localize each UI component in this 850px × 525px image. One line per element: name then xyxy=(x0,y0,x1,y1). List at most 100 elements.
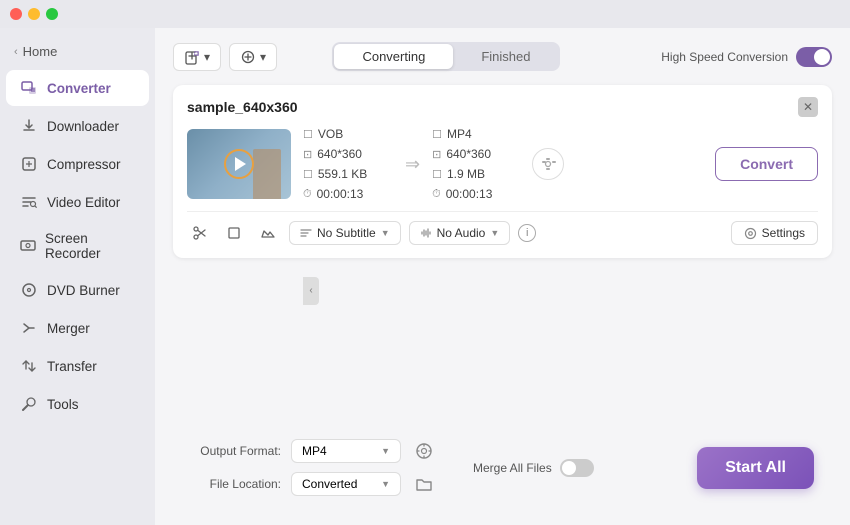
file-name: sample_640x360 xyxy=(187,99,298,115)
merge-label: Merge All Files xyxy=(473,461,552,475)
file-location-select[interactable]: Converted ▼ xyxy=(291,472,401,496)
effects-button[interactable] xyxy=(255,220,281,246)
sidebar: ‹ Home Converter Downloader xyxy=(0,28,155,525)
app-body: ‹ Home Converter Downloader xyxy=(0,28,850,525)
source-file-size: 559.1 KB xyxy=(318,167,367,181)
file-location-caret-icon: ▼ xyxy=(381,479,390,489)
output-format-value: MP4 xyxy=(302,444,327,458)
subtitle-icon xyxy=(300,227,312,239)
maximize-button[interactable] xyxy=(46,8,58,20)
subtitle-caret-icon: ▼ xyxy=(381,228,390,238)
double-arrow-icon: ⇒ xyxy=(405,154,420,175)
screen-recorder-label: Screen Recorder xyxy=(45,231,135,261)
tab-finished[interactable]: Finished xyxy=(453,44,558,69)
convert-button[interactable]: Convert xyxy=(715,147,818,181)
titlebar xyxy=(0,0,850,28)
sidebar-item-downloader[interactable]: Downloader xyxy=(6,108,149,144)
compressor-label: Compressor xyxy=(47,157,121,172)
converter-label: Converter xyxy=(47,81,111,96)
output-format: MP4 xyxy=(447,127,472,141)
sidebar-item-merger[interactable]: Merger xyxy=(6,310,149,346)
converter-icon xyxy=(20,79,38,97)
source-format-block: ☐ VOB ⊡ 640*360 ☐ 559.1 KB xyxy=(303,127,393,201)
add-files-button[interactable]: ▾ xyxy=(173,43,221,71)
sidebar-collapse-button[interactable]: ‹ xyxy=(303,277,319,305)
output-format-row: Output Format: MP4 ▼ xyxy=(191,438,437,464)
content-spacer xyxy=(173,258,832,428)
open-folder-button[interactable] xyxy=(411,471,437,497)
format-settings-block xyxy=(522,148,574,180)
audio-caret-icon: ▼ xyxy=(490,228,499,238)
home-nav[interactable]: ‹ Home xyxy=(0,38,155,69)
sidebar-item-transfer[interactable]: Transfer xyxy=(6,348,149,384)
main-content: ▾ ▾ Converting Finished High Sp xyxy=(155,28,850,525)
format-settings-button[interactable] xyxy=(532,148,564,180)
dvd-burner-label: DVD Burner xyxy=(47,283,120,298)
tools-icon xyxy=(20,395,38,413)
close-button[interactable] xyxy=(10,8,22,20)
add-more-button[interactable]: ▾ xyxy=(229,43,277,71)
merge-toggle[interactable] xyxy=(560,459,594,477)
start-all-button[interactable]: Start All xyxy=(697,447,814,489)
sidebar-item-tools[interactable]: Tools xyxy=(6,386,149,422)
video-editor-label: Video Editor xyxy=(47,195,120,210)
remove-file-button[interactable]: ✕ xyxy=(798,97,818,117)
sidebar-item-video-editor[interactable]: Video Editor xyxy=(6,184,149,220)
top-bar: ▾ ▾ Converting Finished High Sp xyxy=(173,42,832,71)
sidebar-item-compressor[interactable]: Compressor xyxy=(6,146,149,182)
dvd-burner-icon xyxy=(20,281,38,299)
file-card-body: ☐ VOB ⊡ 640*360 ☐ 559.1 KB xyxy=(187,127,818,201)
output-form: Output Format: MP4 ▼ xyxy=(191,438,437,497)
audio-icon xyxy=(420,227,432,239)
video-editor-icon xyxy=(20,193,38,211)
output-format-label: Output Format: xyxy=(191,444,281,458)
output-format-caret-icon: ▼ xyxy=(381,446,390,456)
crop-button[interactable] xyxy=(221,220,247,246)
settings-icon xyxy=(744,227,757,240)
output-format-select[interactable]: MP4 ▼ xyxy=(291,439,401,463)
output-file-icon: ☐ xyxy=(432,128,442,141)
tab-converting[interactable]: Converting xyxy=(334,44,453,69)
effects-icon xyxy=(260,225,276,241)
output-file-size: 1.9 MB xyxy=(447,167,485,181)
subtitle-dropdown[interactable]: No Subtitle ▼ xyxy=(289,221,401,245)
add-more-icon xyxy=(240,49,256,65)
add-more-caret: ▾ xyxy=(260,50,266,64)
file-card-header: sample_640x360 ✕ xyxy=(187,97,818,117)
audio-dropdown[interactable]: No Audio ▼ xyxy=(409,221,511,245)
add-files-label: ▾ xyxy=(204,50,210,64)
size-icon: ☐ xyxy=(303,168,313,181)
sidebar-item-dvd-burner[interactable]: DVD Burner xyxy=(6,272,149,308)
file-location-value: Converted xyxy=(302,477,357,491)
resolution-icon: ⊡ xyxy=(303,148,312,161)
top-bar-right: High Speed Conversion xyxy=(661,47,832,67)
file-card: sample_640x360 ✕ xyxy=(173,85,832,258)
settings-button[interactable]: Settings xyxy=(731,221,818,245)
subtitle-label: No Subtitle xyxy=(317,226,376,240)
minimize-button[interactable] xyxy=(28,8,40,20)
source-size-row: ☐ 559.1 KB xyxy=(303,167,393,181)
convert-arrow: ⇒ xyxy=(393,154,432,175)
video-thumbnail[interactable] xyxy=(187,129,291,199)
output-settings-button[interactable] xyxy=(411,438,437,464)
source-resolution: 640*360 xyxy=(317,147,362,161)
output-size-icon: ☐ xyxy=(432,168,442,181)
sidebar-item-screen-recorder[interactable]: Screen Recorder xyxy=(6,222,149,270)
source-duration: 00:00:13 xyxy=(317,187,364,201)
output-format-block: ☐ MP4 ⊡ 640*360 ☐ 1.9 MB xyxy=(432,127,522,201)
cut-button[interactable] xyxy=(187,220,213,246)
sidebar-item-converter[interactable]: Converter xyxy=(6,70,149,106)
downloader-label: Downloader xyxy=(47,119,119,134)
tools-label: Tools xyxy=(47,397,79,412)
add-buttons-group: ▾ ▾ xyxy=(173,43,277,71)
output-size-row: ☐ 1.9 MB xyxy=(432,167,522,181)
info-button[interactable]: i xyxy=(518,224,536,242)
play-button[interactable] xyxy=(224,149,254,179)
crop-icon xyxy=(226,225,242,241)
merge-section: Merge All Files xyxy=(473,459,594,477)
settings-gear-icon xyxy=(540,156,556,172)
high-speed-toggle[interactable] xyxy=(796,47,832,67)
settings-label: Settings xyxy=(762,226,805,240)
output-resolution: 640*360 xyxy=(446,147,491,161)
file-icon: ☐ xyxy=(303,128,313,141)
